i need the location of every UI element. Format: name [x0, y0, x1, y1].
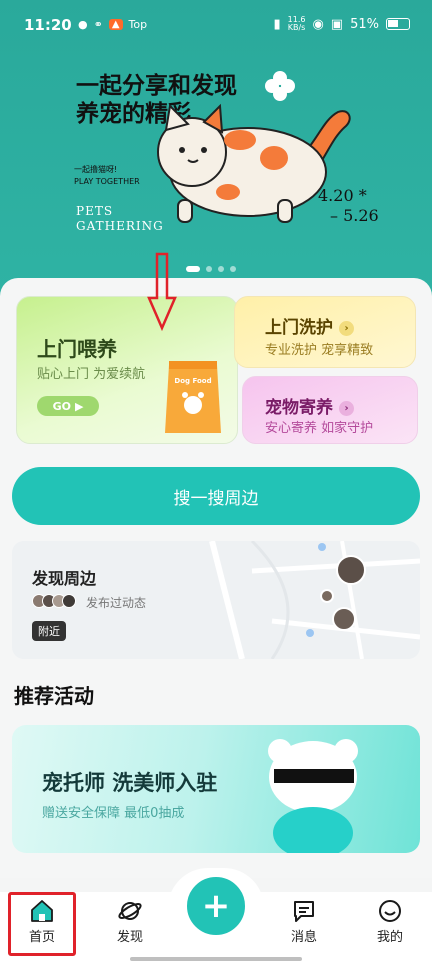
discover-nearby-card[interactable]: 发现周边 发布过动态 附近 — [12, 541, 420, 659]
carousel-dot-4[interactable] — [230, 266, 236, 272]
home-washing-title: 上门洗护 › — [265, 313, 354, 338]
banner-small-text: 一起撸猫呀! PLAY TOGETHER — [74, 165, 140, 186]
play-icon: ▶ — [74, 399, 84, 413]
battery-percent: 51% — [350, 16, 379, 32]
status-app-icons: ● ⚭ ▲ Top — [78, 18, 147, 31]
dog-food-bag-icon: Dog Food — [165, 361, 221, 433]
pet-boarding-title: 宠物寄养 › — [265, 393, 354, 418]
home-indicator — [130, 957, 302, 961]
mascot-illustration — [268, 739, 358, 853]
discover-nearby-title: 发现周边 — [32, 569, 97, 588]
home-feeding-subtitle: 贴心上门 为爱续航 — [37, 367, 146, 382]
nearby-tag: 附近 — [32, 621, 66, 641]
network-speed: 11.6 KB/s — [287, 15, 306, 32]
pet-boarding-subtitle: 安心寄养 如家守护 — [265, 421, 374, 436]
vibrate-icon: ▮ — [273, 16, 281, 32]
wifi-icon: ◉ — [312, 16, 324, 32]
home-washing-card[interactable]: 上门洗护 › 专业洗护 宠享精致 — [234, 296, 416, 368]
nav-home[interactable]: 首页 — [12, 898, 72, 945]
planet-icon — [118, 902, 142, 920]
promo-title: 宠托师 洗美师入驻 — [42, 771, 218, 795]
nav-mine[interactable]: 我的 — [360, 898, 420, 945]
home-washing-subtitle: 专业洗护 宠享精致 — [265, 343, 374, 358]
home-feeding-card[interactable]: 上门喂养 贴心上门 为爱续航 GO ▶ Dog Food — [16, 296, 238, 444]
chevron-right-icon: › — [339, 320, 354, 336]
go-button[interactable]: GO ▶ — [37, 396, 99, 416]
status-bar: 11:20 ● ⚭ ▲ Top ▮ 11.6 KB/s ◉ ▣ 51% — [0, 0, 432, 48]
orange-app-icon: ▲ — [108, 19, 123, 30]
search-nearby-button[interactable]: 搜一搜周边 — [12, 467, 420, 525]
avatar — [62, 594, 76, 608]
svg-text:Dog Food: Dog Food — [174, 377, 211, 385]
nav-home-label: 首页 — [28, 930, 55, 945]
top-app-label: Top — [128, 18, 148, 31]
status-right: ▮ 11.6 KB/s ◉ ▣ 51% — [273, 16, 410, 32]
battery-icon — [386, 18, 410, 30]
map-avatar-pin[interactable] — [336, 555, 366, 585]
smile-icon — [379, 900, 401, 922]
carousel-dot-2[interactable] — [206, 266, 212, 272]
nav-mine-label: 我的 — [376, 930, 403, 945]
promo-subtitle: 赠送安全保障 最低0抽成 — [42, 806, 185, 821]
avatar-group — [32, 594, 76, 608]
carousel-indicator[interactable] — [186, 266, 236, 272]
nav-discover[interactable]: 发现 — [100, 898, 160, 945]
posted-activity-text: 发布过动态 — [86, 596, 147, 610]
map-avatar-pin[interactable] — [320, 589, 334, 603]
nav-messages[interactable]: 消息 — [274, 898, 334, 945]
map-avatar-pin[interactable] — [332, 607, 356, 631]
p-app-icon: ● — [78, 18, 88, 31]
promo-banner[interactable]: 宠托师 洗美师入驻 赠送安全保障 最低0抽成 — [12, 725, 420, 853]
home-icon — [31, 900, 53, 922]
message-icon — [294, 901, 314, 922]
add-post-button[interactable]: + — [181, 871, 251, 941]
link-app-icon: ⚭ — [93, 18, 103, 31]
chevron-right-icon: › — [339, 400, 354, 416]
plus-icon: + — [201, 886, 231, 926]
nav-discover-label: 发现 — [116, 930, 143, 945]
annotation-arrow-icon — [147, 252, 177, 332]
pet-boarding-card[interactable]: 宠物寄养 › 安心寄养 如家守护 — [242, 376, 418, 444]
status-time: 11:20 — [24, 16, 72, 34]
home-feeding-title: 上门喂养 — [37, 337, 117, 361]
nav-messages-label: 消息 — [290, 930, 317, 945]
sim-icon: ▣ — [330, 16, 344, 32]
carousel-dot-3[interactable] — [218, 266, 224, 272]
recommended-activities-title: 推荐活动 — [14, 684, 94, 708]
flower-icon — [265, 71, 295, 101]
carousel-dot-1[interactable] — [186, 266, 200, 272]
cat-illustration — [157, 103, 351, 223]
hero-banner[interactable]: 11:20 ● ⚭ ▲ Top ▮ 11.6 KB/s ◉ ▣ 51% 一起分享和… — [0, 0, 432, 300]
